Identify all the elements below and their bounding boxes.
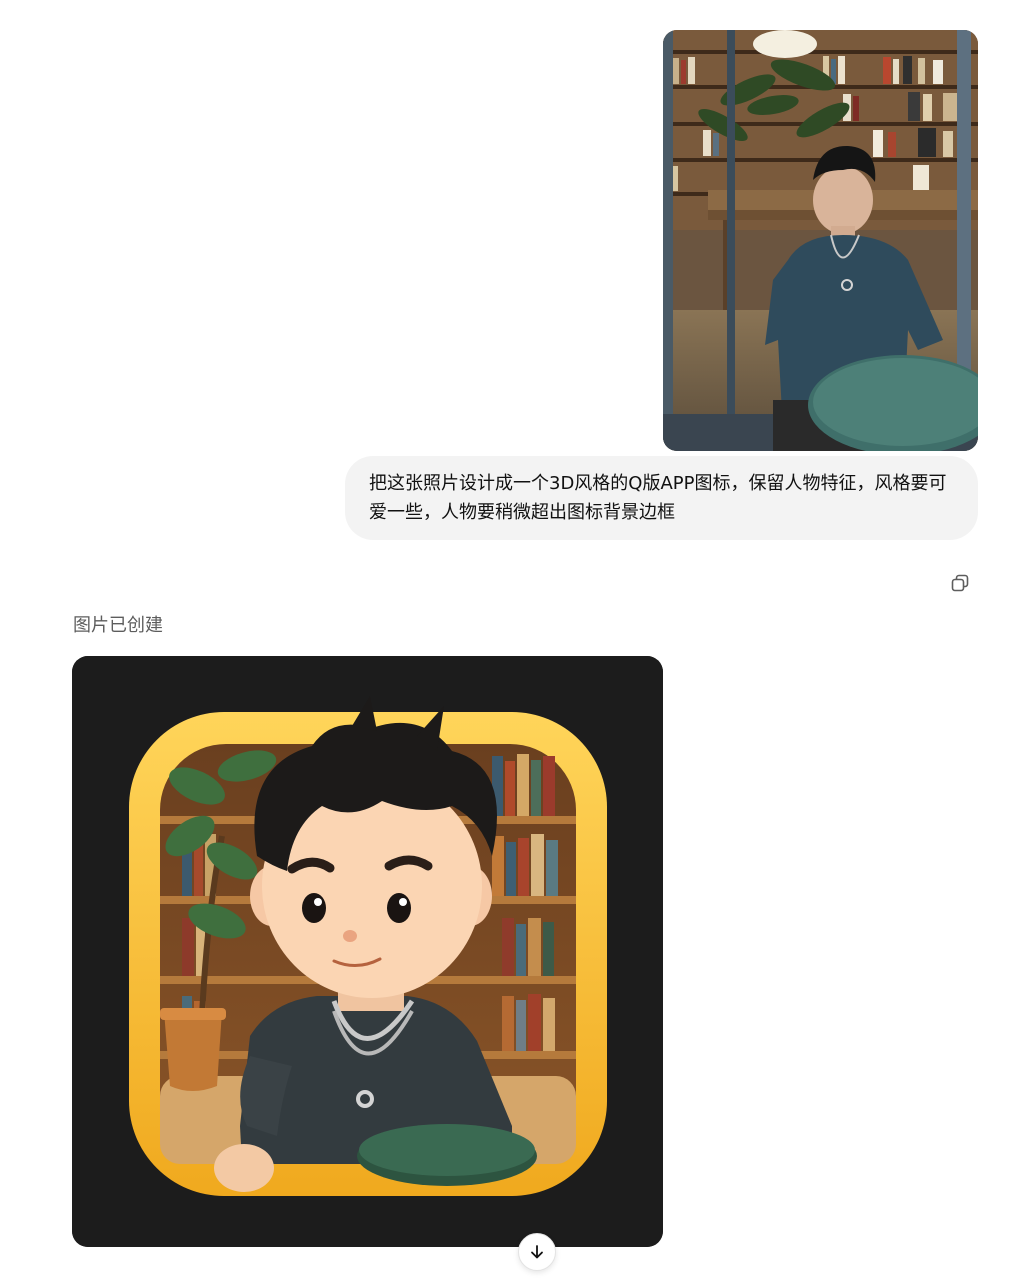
user-message-bubble: 把这张照片设计成一个3D风格的Q版APP图标，保留人物特征，风格要可爱一些，人物… xyxy=(345,456,978,540)
arrow-down-icon xyxy=(531,1245,543,1259)
scroll-down-button[interactable] xyxy=(518,1233,556,1271)
generated-app-icon xyxy=(72,656,663,1247)
copy-button[interactable] xyxy=(944,567,976,599)
copy-icon xyxy=(951,574,969,592)
user-message-text: 把这张照片设计成一个3D风格的Q版APP图标，保留人物特征，风格要可爱一些，人物… xyxy=(369,473,947,523)
bookstore-photo xyxy=(663,30,978,451)
generated-image[interactable] xyxy=(72,656,663,1247)
image-created-status: 图片已创建 xyxy=(73,615,163,636)
user-photo-attachment[interactable] xyxy=(663,30,978,451)
